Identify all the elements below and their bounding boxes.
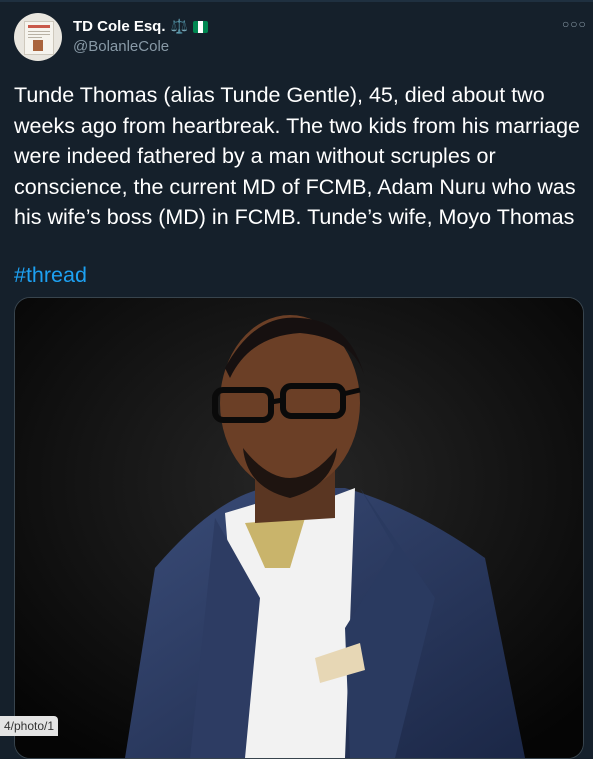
scales-emoji-icon: ⚖️ [170,18,188,34]
url-status-label: 4/photo/1 [0,716,59,736]
nigeria-flag-icon [192,20,208,33]
more-dots-icon[interactable]: ○○○ [562,17,587,31]
author-name[interactable]: TD Cole Esq. [73,18,166,35]
top-divider [0,0,593,2]
author-handle[interactable]: @BolanleCole [73,38,169,55]
portrait-photo-illustration [15,298,583,758]
avatar-document-image [24,21,54,55]
hashtag-link[interactable]: #thread [14,260,87,290]
flag-stripe-right [202,20,208,33]
tweet-text: Tunde Thomas (alias Tunde Gentle), 45, d… [14,83,581,229]
avatar[interactable] [14,13,62,61]
author-name-row[interactable]: TD Cole Esq. ⚖️ [73,18,208,35]
tweet-photo[interactable] [14,297,584,759]
